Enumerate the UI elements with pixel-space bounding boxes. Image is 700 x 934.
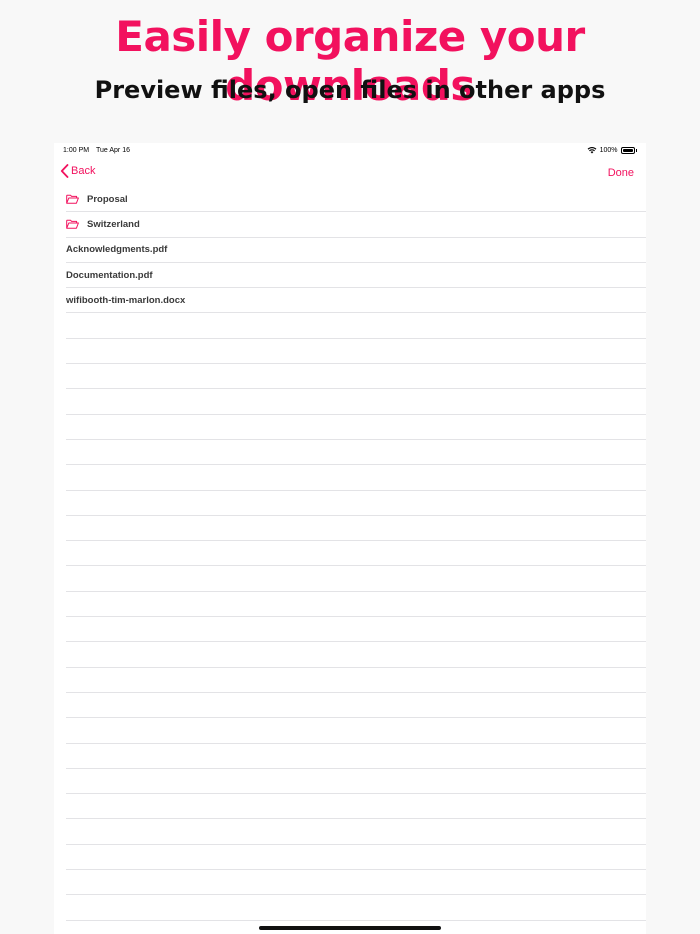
item-name: wifibooth-tim-marlon.docx	[66, 294, 186, 306]
empty-row	[66, 516, 646, 542]
file-list: Proposal Switzerland Acknowledgments.pdf Do…	[66, 187, 646, 934]
back-label: Back	[71, 165, 96, 177]
folder-row[interactable]: Proposal	[66, 187, 646, 213]
item-name: Acknowledgments.pdf	[66, 244, 168, 256]
empty-row	[66, 541, 646, 567]
folder-icon	[66, 194, 79, 204]
battery-percent: 100%	[599, 146, 618, 154]
empty-row	[66, 769, 646, 795]
status-date: Tue Apr 16	[96, 147, 130, 154]
empty-row	[66, 693, 646, 719]
empty-row	[66, 617, 646, 643]
empty-row	[66, 895, 646, 921]
empty-row	[66, 845, 646, 871]
back-button[interactable]: Back	[60, 164, 95, 178]
folder-icon	[66, 220, 79, 230]
empty-row	[66, 566, 646, 592]
empty-row	[66, 718, 646, 744]
ipad-screen: 1:00 PM Tue Apr 16 100% Back Done Propos…	[54, 143, 646, 934]
wifi-icon	[587, 147, 596, 154]
status-time: 1:00 PM	[63, 147, 90, 154]
battery-icon	[620, 146, 635, 154]
empty-row	[66, 870, 646, 896]
file-row[interactable]: Acknowledgments.pdf	[66, 238, 646, 263]
folder-row[interactable]: Switzerland	[66, 212, 646, 238]
empty-row	[66, 364, 646, 390]
empty-row	[66, 465, 646, 491]
empty-row	[66, 592, 646, 618]
empty-row	[66, 794, 646, 820]
status-indicators: 100%	[587, 146, 637, 154]
file-row[interactable]: Documentation.pdf	[66, 263, 646, 289]
item-name: Documentation.pdf	[66, 269, 153, 281]
empty-row	[66, 313, 646, 339]
status-bar: 1:00 PM Tue Apr 16 100%	[54, 143, 646, 159]
home-indicator	[259, 926, 441, 930]
item-name: Proposal	[87, 193, 128, 205]
done-button[interactable]: Done	[608, 167, 634, 179]
empty-row	[66, 642, 646, 668]
empty-row	[66, 668, 646, 693]
item-name: Switzerland	[87, 218, 140, 230]
empty-row	[66, 415, 646, 440]
chevron-left-icon	[60, 164, 69, 178]
empty-row	[66, 744, 646, 769]
subheadline: Preview files, open files in other apps	[94, 76, 606, 104]
file-row[interactable]: wifibooth-tim-marlon.docx	[66, 288, 646, 314]
empty-row	[66, 819, 646, 845]
empty-row	[66, 440, 646, 466]
empty-row	[66, 339, 646, 365]
navigation-bar: Back Done	[54, 161, 646, 185]
empty-row	[66, 491, 646, 516]
empty-row	[66, 389, 646, 415]
